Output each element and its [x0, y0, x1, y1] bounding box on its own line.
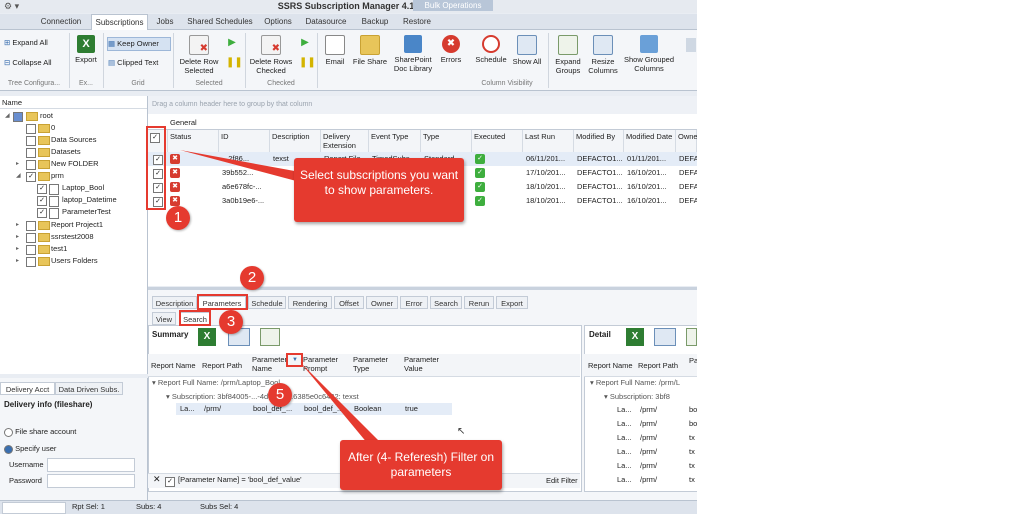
callout-filter-parameters: After (4- Referesh) Filter on parameters: [340, 440, 502, 490]
step-badge-5: 5: [268, 383, 292, 407]
annotation-arrows: [180, 150, 382, 444]
callout-select-subscriptions: Select subscriptions you want to show pa…: [294, 158, 464, 222]
step-badge-1: 1: [166, 206, 190, 230]
step-badge-2: 2: [240, 266, 264, 290]
step-badge-3: 3: [219, 310, 243, 334]
callout2-pointer: [300, 362, 382, 444]
app-window: ⚙ ▾ SSRS Subscription Manager 4.10 Bulk …: [0, 0, 697, 514]
callout1-pointer: [180, 150, 300, 182]
